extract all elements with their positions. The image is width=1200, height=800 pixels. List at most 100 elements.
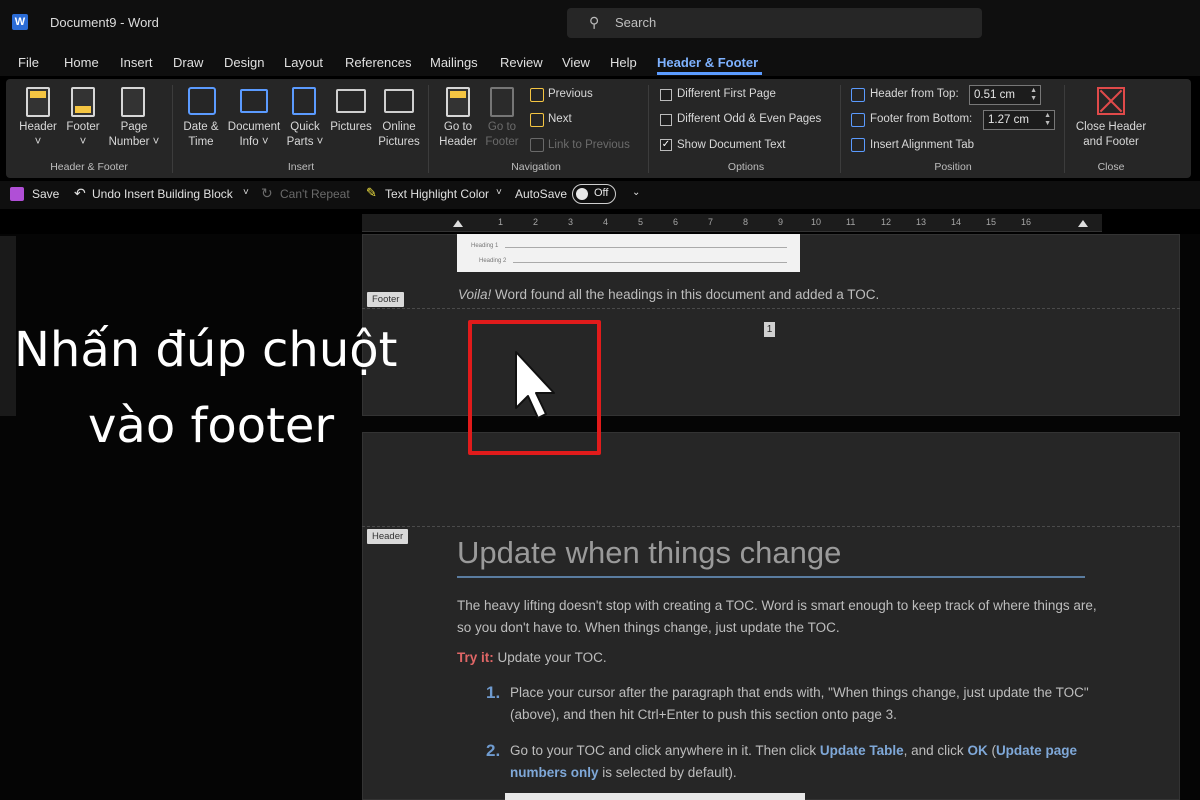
close-header-footer-button[interactable]: Close Header and Footer [1068, 120, 1154, 150]
right-indent-marker-icon[interactable] [1078, 220, 1088, 227]
pictures-icon [336, 89, 366, 113]
date-time-label-2: Time [188, 136, 214, 148]
left-indent-marker-icon[interactable] [453, 220, 463, 227]
voila-paragraph: Voila! Word found all the headings in th… [458, 287, 879, 302]
document-info-label-2: Info [239, 136, 259, 148]
go-to-footer-button[interactable]: Go to Footer [480, 120, 524, 150]
ruler-number: 2 [533, 217, 539, 227]
undo-icon: ↶ [74, 185, 86, 201]
customize-toolbar-icon[interactable]: ⌄ [632, 187, 640, 198]
search-input[interactable]: ⚲ Search [567, 8, 982, 38]
insert-alignment-tab-button[interactable]: Insert Alignment Tab [870, 138, 974, 153]
pictures-button[interactable]: Pictures [326, 120, 376, 135]
repeat-button[interactable]: Can't Repeat [280, 187, 350, 201]
toc-dotted-leader [505, 247, 787, 248]
ruler-number: 8 [743, 217, 749, 227]
header-button-label: Header [19, 121, 57, 133]
group-label-position: Position [934, 161, 972, 173]
close-label-1: Close Header [1075, 121, 1147, 133]
toc-preview-image: Heading 1 Heading 2 [457, 234, 800, 272]
footer-icon [71, 87, 95, 117]
show-document-text-checkbox[interactable]: ✓ [660, 139, 672, 151]
go-to-header-button[interactable]: Go to Header [436, 120, 480, 150]
previous-icon [530, 88, 544, 102]
ruler-number: 15 [986, 217, 997, 227]
go-to-footer-icon [490, 87, 514, 117]
tab-design[interactable]: Design [224, 55, 264, 70]
page-number-button[interactable]: Page Number ˅ [104, 120, 164, 150]
ribbon-tabs: File Home Insert Draw Design Layout Refe… [0, 46, 1200, 76]
save-icon [10, 187, 24, 201]
footer-button[interactable]: Footer ˅ [60, 120, 106, 150]
header-from-top-input[interactable]: 0.51 cm ▲ ▼ [969, 85, 1041, 105]
quick-parts-label-2: Parts [286, 136, 314, 148]
document-info-label-1: Document [227, 121, 281, 133]
undo-dropdown-icon[interactable]: ˅ [243, 187, 249, 198]
header-icon [26, 87, 50, 117]
word-app-icon[interactable]: W [12, 14, 28, 30]
spinner-arrows-icon[interactable]: ▲ ▼ [1030, 87, 1037, 103]
different-first-page-checkbox[interactable] [660, 89, 672, 101]
footer-from-bottom-input[interactable]: 1.27 cm ▲ ▼ [983, 110, 1055, 130]
section-heading: Update when things change [457, 535, 842, 570]
tab-header-footer[interactable]: Header & Footer [657, 55, 758, 70]
footer-from-bottom-value: 1.27 cm [988, 114, 1029, 126]
update-table-text: Update Table [819, 743, 904, 758]
next-label: Next [548, 113, 572, 125]
undo-button[interactable]: Undo Insert Building Block [92, 187, 233, 201]
online-pictures-label-1: Online [382, 121, 416, 133]
footer-button-label: Footer [66, 121, 100, 133]
header-from-top-value: 0.51 cm [974, 89, 1015, 101]
group-label-header-footer: Header & Footer [50, 161, 128, 173]
link-to-previous-label: Link to Previous [548, 139, 630, 151]
date-time-label-1: Date & [183, 121, 219, 133]
close-header-footer-icon [1097, 87, 1125, 115]
page-number-label-1: Page [120, 121, 148, 133]
tab-insert[interactable]: Insert [120, 55, 153, 70]
close-label-2: and Footer [1083, 136, 1139, 148]
previous-button[interactable]: Previous [548, 87, 593, 102]
group-label-options: Options [727, 161, 765, 173]
footer-from-bottom-icon [851, 113, 865, 127]
horizontal-ruler[interactable]: 1 2 3 4 5 6 7 8 9 10 11 12 13 14 15 16 [362, 214, 1102, 232]
text-highlight-color-button[interactable]: Text Highlight Color [385, 187, 489, 201]
step2-text: , and click [903, 743, 968, 758]
different-first-page-label: Different First Page [677, 88, 776, 100]
ruler-number: 1 [498, 217, 504, 227]
go-to-footer-label-1: Go to [487, 121, 517, 133]
quick-parts-icon [292, 87, 316, 115]
next-button[interactable]: Next [548, 112, 572, 127]
date-time-button[interactable]: Date & Time [178, 120, 224, 150]
link-to-previous-button[interactable]: Link to Previous [548, 138, 630, 153]
tab-help[interactable]: Help [610, 55, 637, 70]
insert-alignment-tab-icon [851, 138, 865, 152]
spinner-arrows-icon[interactable]: ▲ ▼ [1044, 112, 1051, 128]
tab-references[interactable]: References [345, 55, 411, 70]
next-icon [530, 113, 544, 127]
save-button[interactable]: Save [32, 187, 59, 201]
different-odd-even-checkbox[interactable] [660, 114, 672, 126]
tab-layout[interactable]: Layout [284, 55, 323, 70]
header-from-top-label: Header from Top: [870, 88, 959, 100]
tab-review[interactable]: Review [500, 55, 543, 70]
tab-draw[interactable]: Draw [173, 55, 203, 70]
tab-mailings[interactable]: Mailings [430, 55, 478, 70]
autosave-toggle[interactable]: Off [572, 184, 616, 204]
tab-file[interactable]: File [18, 55, 39, 70]
ribbon-separator [840, 85, 841, 173]
dialog-preview-image [505, 793, 805, 800]
ruler-number: 3 [568, 217, 574, 227]
tab-view[interactable]: View [562, 55, 590, 70]
different-odd-even-label: Different Odd & Even Pages [677, 113, 822, 125]
quick-parts-button[interactable]: Quick Parts ˅ [284, 120, 326, 150]
toc-entry-text: Heading 1 [471, 243, 499, 249]
highlight-dropdown-icon[interactable]: ˅ [496, 187, 502, 198]
autosave-state: Off [594, 187, 609, 199]
toggle-knob [576, 188, 588, 200]
header-button[interactable]: Header ˅ [14, 120, 62, 150]
tab-home[interactable]: Home [64, 55, 99, 70]
document-info-button[interactable]: Document Info ˅ [224, 120, 284, 150]
group-label-insert: Insert [287, 161, 315, 173]
online-pictures-button[interactable]: Online Pictures [374, 120, 424, 150]
online-pictures-icon [384, 89, 414, 113]
